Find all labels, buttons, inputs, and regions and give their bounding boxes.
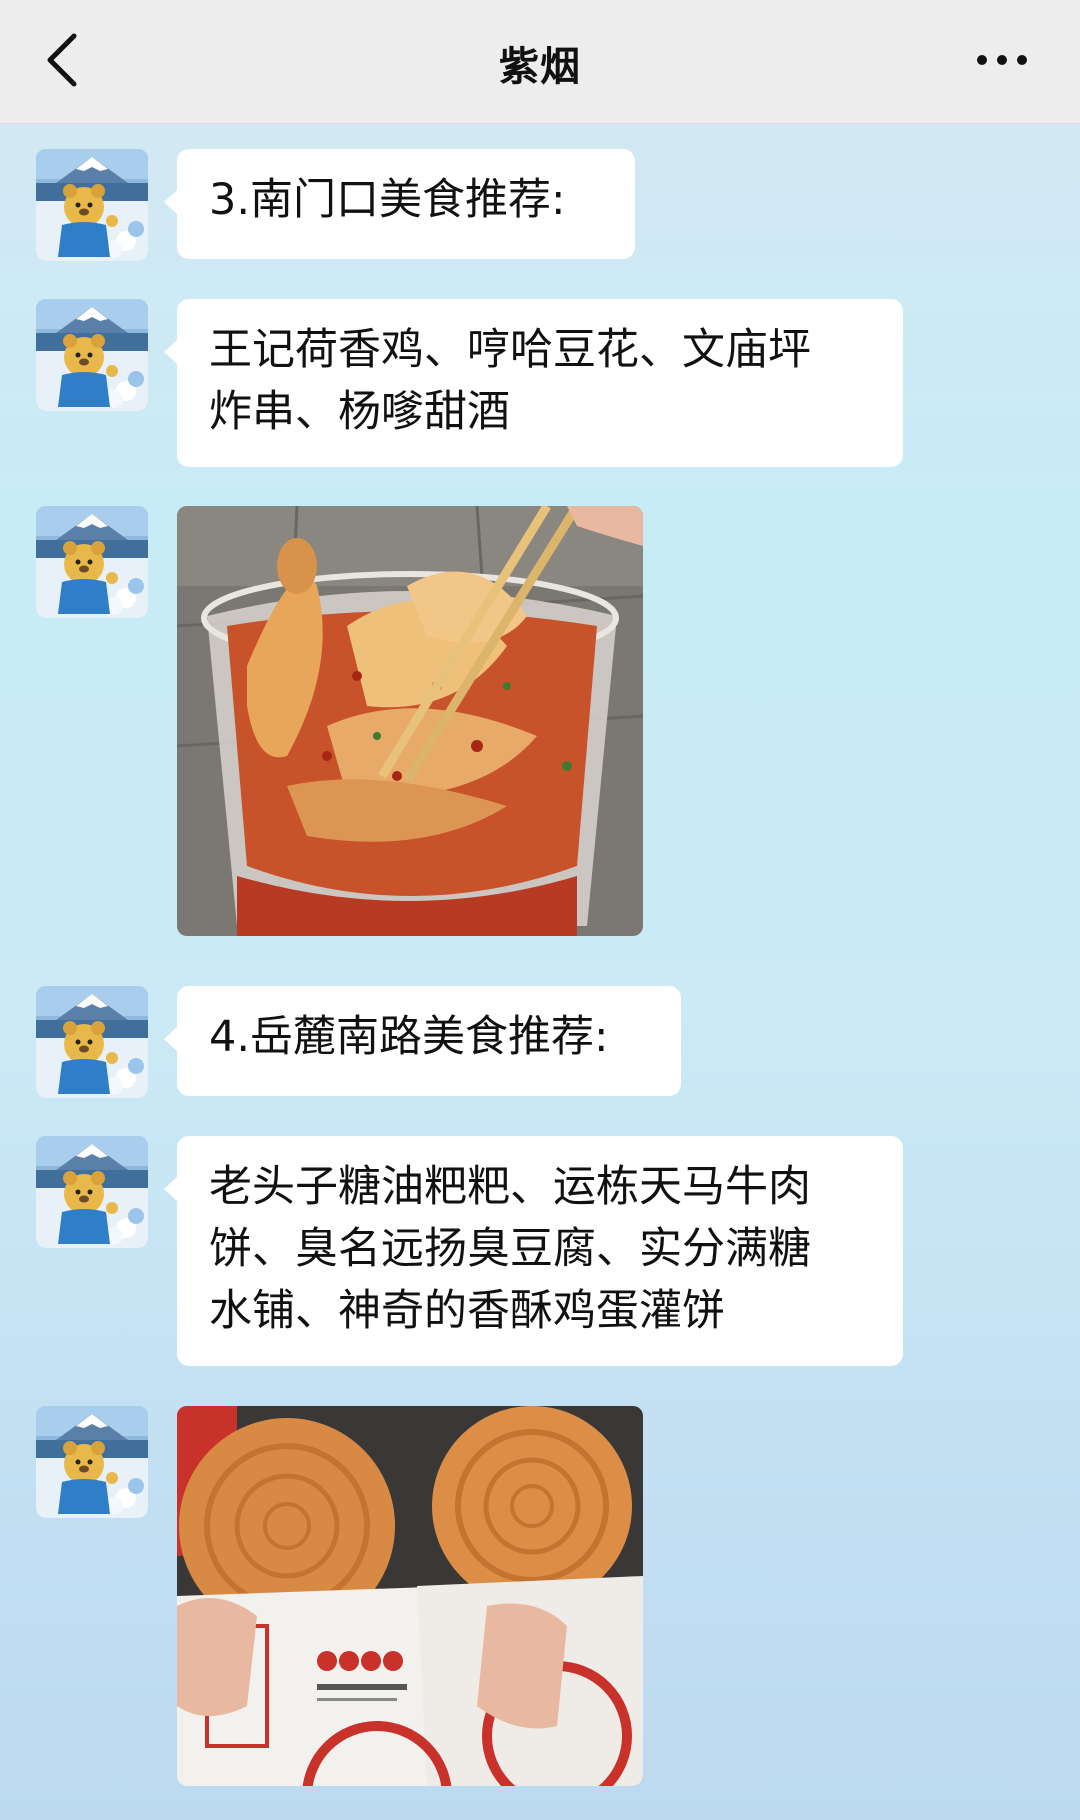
chat-title: 紫烟 [499, 44, 581, 90]
avatar[interactable] [36, 986, 148, 1098]
food-photo-pastry[interactable] [177, 1406, 643, 1786]
message-text-line: 老头子糖油粑粑、运栋天马牛肉 [209, 1162, 811, 1212]
avatar[interactable] [36, 1136, 148, 1248]
more-dots-icon[interactable] [972, 40, 1032, 80]
avatar[interactable] [36, 149, 148, 261]
message-bubble[interactable]: 4.岳麓南路美食推荐: [164, 986, 681, 1096]
message-text: 3.南门口美食推荐: [209, 175, 566, 225]
message-bubble[interactable]: 老头子糖油粑粑、运栋天马牛肉 饼、臭名远扬臭豆腐、实分满糖 水铺、神奇的香酥鸡蛋… [164, 1136, 903, 1366]
nav-bar: 紫烟 [0, 0, 1080, 124]
message-text-line: 炸串、杨嗲甜酒 [209, 387, 510, 437]
avatar[interactable] [36, 299, 148, 411]
food-photo-spicy-chicken[interactable] [177, 506, 643, 936]
avatar[interactable] [36, 1406, 148, 1518]
message-text-line: 王记荷香鸡、哼哈豆花、文庙坪 [209, 325, 811, 375]
message-text-line: 饼、臭名远扬臭豆腐、实分满糖 [209, 1224, 811, 1274]
message-text-line: 水铺、神奇的香酥鸡蛋灌饼 [209, 1286, 725, 1336]
message-text: 4.岳麓南路美食推荐: [209, 1012, 609, 1062]
message-bubble[interactable]: 王记荷香鸡、哼哈豆花、文庙坪 炸串、杨嗲甜酒 [164, 299, 903, 467]
avatar[interactable] [36, 506, 148, 618]
message-bubble[interactable]: 3.南门口美食推荐: [164, 149, 635, 259]
